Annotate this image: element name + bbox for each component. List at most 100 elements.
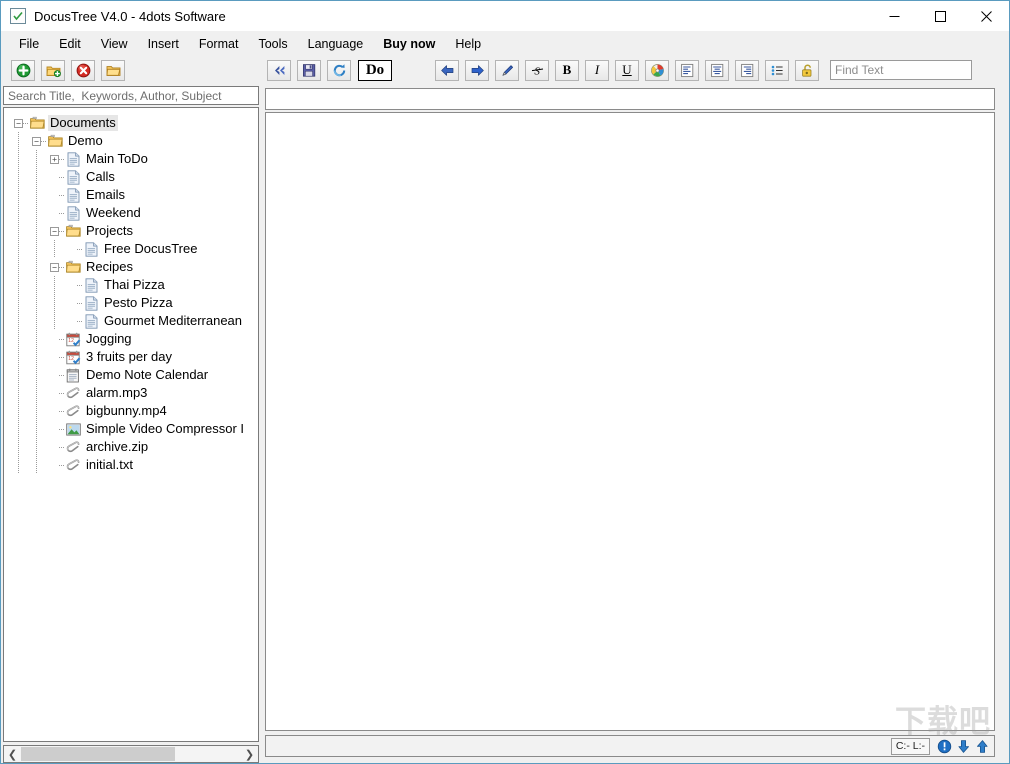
delete-node-button[interactable]: [71, 59, 95, 81]
tree-collapse-toggle-icon[interactable]: −: [50, 226, 59, 236]
menu-language[interactable]: Language: [298, 33, 374, 55]
note-editor[interactable]: [265, 112, 995, 731]
scrollbar-thumb[interactable]: [21, 747, 175, 761]
tree-item[interactable]: 12 Jogging: [4, 330, 258, 348]
underline-button[interactable]: U: [615, 59, 639, 81]
align-center-button[interactable]: [705, 59, 729, 81]
tree-item[interactable]: Thai Pizza: [4, 276, 258, 294]
color-palette-button[interactable]: [645, 59, 669, 81]
redo-button[interactable]: [465, 59, 489, 81]
tree-item[interactable]: Free DocusTree: [4, 240, 258, 258]
move-down-icon[interactable]: [955, 738, 972, 755]
search-input[interactable]: [3, 86, 259, 105]
tree-guide-line: [36, 168, 37, 186]
move-up-icon[interactable]: [974, 738, 991, 755]
info-icon[interactable]: [936, 738, 953, 755]
tree-item[interactable]: Demo Note Calendar: [4, 366, 258, 384]
attachment-icon: [65, 439, 81, 455]
document-icon: [65, 151, 81, 167]
tree-item-label: Demo: [68, 133, 103, 148]
find-text-input[interactable]: [830, 60, 972, 80]
tree-item[interactable]: Simple Video Compressor I: [4, 420, 258, 438]
note-title-field[interactable]: [265, 88, 995, 110]
menu-tools[interactable]: Tools: [248, 33, 297, 55]
tree-item-label: Documents: [48, 115, 118, 131]
toolbar: Do S B I U Find Text: [1, 56, 1009, 84]
folder-icon: [65, 223, 81, 239]
tree-item[interactable]: − Recipes: [4, 258, 258, 276]
tree-guide-line: [54, 240, 55, 258]
menu-bar: File Edit View Insert Format Tools Langu…: [1, 31, 1009, 56]
tree-item[interactable]: − Projects: [4, 222, 258, 240]
add-node-button[interactable]: [11, 59, 35, 81]
tree-item[interactable]: + Main ToDo: [4, 150, 258, 168]
menu-edit[interactable]: Edit: [49, 33, 91, 55]
tree-item[interactable]: Weekend: [4, 204, 258, 222]
open-folder-button[interactable]: [101, 59, 125, 81]
tree-guide-line: [36, 348, 37, 366]
tree-item[interactable]: 12 3 fruits per day: [4, 348, 258, 366]
tree-item-label: 3 fruits per day: [86, 349, 172, 364]
tree-item[interactable]: Calls: [4, 168, 258, 186]
close-icon[interactable]: [963, 1, 1009, 31]
tree-collapse-toggle-icon[interactable]: −: [32, 136, 41, 146]
toolbar-node-group: [8, 59, 128, 81]
tree-guide-line: [36, 258, 37, 276]
padlock-button[interactable]: [795, 59, 819, 81]
menu-view[interactable]: View: [91, 33, 138, 55]
collapse-all-button[interactable]: [267, 59, 291, 81]
tree-guide-line: [54, 276, 55, 294]
tree-item[interactable]: Emails: [4, 186, 258, 204]
toolbar-format-group: S B I U: [432, 59, 822, 81]
sidebar: −Documents−Demo+Main ToDoCallsEmailsWeek…: [3, 86, 259, 763]
tree-collapse-toggle-icon[interactable]: −: [14, 118, 23, 128]
document-icon: [65, 205, 81, 221]
bold-button[interactable]: B: [555, 59, 579, 81]
add-folder-button[interactable]: [41, 59, 65, 81]
tree-item-label: Pesto Pizza: [104, 295, 173, 310]
scrollbar-track[interactable]: [21, 746, 241, 762]
folder-icon: [65, 259, 81, 275]
tree-item[interactable]: − Demo: [4, 132, 258, 150]
document-icon: [83, 313, 99, 329]
do-button[interactable]: Do: [358, 59, 392, 81]
align-right-button[interactable]: [735, 59, 759, 81]
menu-insert[interactable]: Insert: [138, 33, 189, 55]
tree-item-label: bigbunny.mp4: [86, 403, 167, 418]
undo-button[interactable]: [435, 59, 459, 81]
chevron-left-icon[interactable]: ❮: [4, 746, 21, 762]
tree-item[interactable]: alarm.mp3: [4, 384, 258, 402]
document-icon: [65, 187, 81, 203]
document-tree-panel[interactable]: − Documents − Demo + Main ToDo Calls Emails Week…: [3, 107, 259, 742]
align-left-button[interactable]: [675, 59, 699, 81]
menu-format[interactable]: Format: [189, 33, 249, 55]
refresh-button[interactable]: [327, 59, 351, 81]
attachment-icon: [65, 403, 81, 419]
italic-button[interactable]: I: [585, 59, 609, 81]
document-icon: [65, 169, 81, 185]
tree-guide-line: [36, 150, 37, 168]
tree-item[interactable]: − Documents: [4, 114, 258, 132]
sidebar-horizontal-scrollbar[interactable]: ❮ ❯: [3, 745, 259, 763]
tree-item[interactable]: bigbunny.mp4: [4, 402, 258, 420]
bullet-list-button[interactable]: [765, 59, 789, 81]
tree-item[interactable]: Gourmet Mediterranean: [4, 312, 258, 330]
highlight-pen-button[interactable]: [495, 59, 519, 81]
tree-item[interactable]: archive.zip: [4, 438, 258, 456]
maximize-icon[interactable]: [917, 1, 963, 31]
chevron-right-icon[interactable]: ❯: [241, 746, 258, 762]
minimize-icon[interactable]: [871, 1, 917, 31]
tree-item[interactable]: initial.txt: [4, 456, 258, 474]
tree-collapse-toggle-icon[interactable]: −: [50, 262, 59, 272]
menu-file[interactable]: File: [9, 33, 49, 55]
tree-expand-toggle-icon[interactable]: +: [50, 154, 59, 164]
folder-icon: [29, 115, 45, 131]
strikethrough-button[interactable]: S: [525, 59, 549, 81]
tree-guide-line: [18, 348, 19, 366]
tree-item-label: Projects: [86, 223, 133, 238]
menu-buy-now[interactable]: Buy now: [373, 33, 445, 55]
menu-help[interactable]: Help: [445, 33, 491, 55]
tree-item[interactable]: Pesto Pizza: [4, 294, 258, 312]
save-button[interactable]: [297, 59, 321, 81]
tree-item-label: Demo Note Calendar: [86, 367, 209, 382]
